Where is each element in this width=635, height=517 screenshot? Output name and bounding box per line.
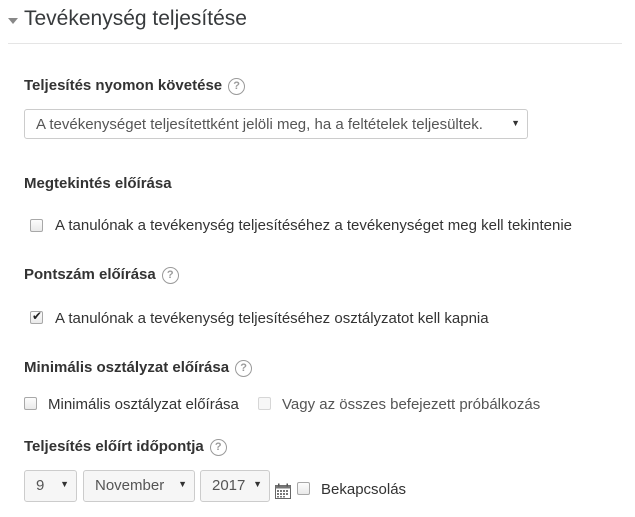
month-select[interactable]: November ▼ (83, 470, 195, 502)
require-view-checkbox[interactable] (30, 219, 43, 232)
passing-grade-label: Minimális osztályzat előírása? (24, 359, 253, 377)
dropdown-arrow-icon: ▼ (178, 479, 187, 489)
year-select[interactable]: 2017 ▼ (200, 470, 270, 502)
section-header[interactable]: Tevékenység teljesítése (8, 6, 622, 44)
enable-date-checkbox[interactable] (297, 482, 310, 495)
passing-grade-checkbox[interactable] (24, 397, 37, 410)
help-icon[interactable]: ? (228, 78, 246, 95)
require-grade-label: Pontszám előírása? (24, 266, 179, 284)
expected-completion-label: Teljesítés előírt időpontja? (24, 438, 227, 456)
completion-tracking-label: Teljesítés nyomon követése? (24, 77, 246, 95)
completion-tracking-select[interactable]: A tevékenységet teljesítettként jelöli m… (24, 109, 528, 139)
calendar-icon[interactable] (275, 483, 291, 499)
section-title: Tevékenység teljesítése (24, 7, 247, 30)
day-select[interactable]: 9 ▼ (24, 470, 77, 502)
require-grade-checkbox-label: A tanulónak a tevékenység teljesítéséhez… (55, 310, 489, 327)
dropdown-arrow-icon: ▼ (60, 479, 69, 489)
day-value: 9 (36, 477, 45, 494)
collapse-caret-icon[interactable] (8, 18, 18, 24)
require-view-checkbox-label: A tanulónak a tevékenység teljesítéséhez… (55, 217, 572, 234)
require-grade-checkbox[interactable]: ✔ (30, 309, 43, 324)
all-attempts-checkbox-label: Vagy az összes befejezett próbálkozás (282, 396, 541, 413)
completion-tracking-value: A tevékenységet teljesítettként jelöli m… (36, 116, 483, 133)
dropdown-arrow-icon: ▼ (253, 479, 262, 489)
all-attempts-checkbox[interactable] (258, 397, 271, 410)
passing-grade-checkbox-label: Minimális osztályzat előírása (48, 396, 239, 413)
require-view-label: Megtekintés előírása (24, 175, 172, 192)
checkmark-icon: ✔ (32, 309, 43, 323)
help-icon[interactable]: ? (235, 360, 253, 377)
help-icon[interactable]: ? (161, 267, 179, 284)
enable-date-label: Bekapcsolás (321, 481, 407, 498)
dropdown-arrow-icon: ▼ (511, 118, 520, 128)
month-value: November (95, 477, 165, 494)
help-icon[interactable]: ? (209, 439, 227, 456)
year-value: 2017 (212, 477, 246, 494)
